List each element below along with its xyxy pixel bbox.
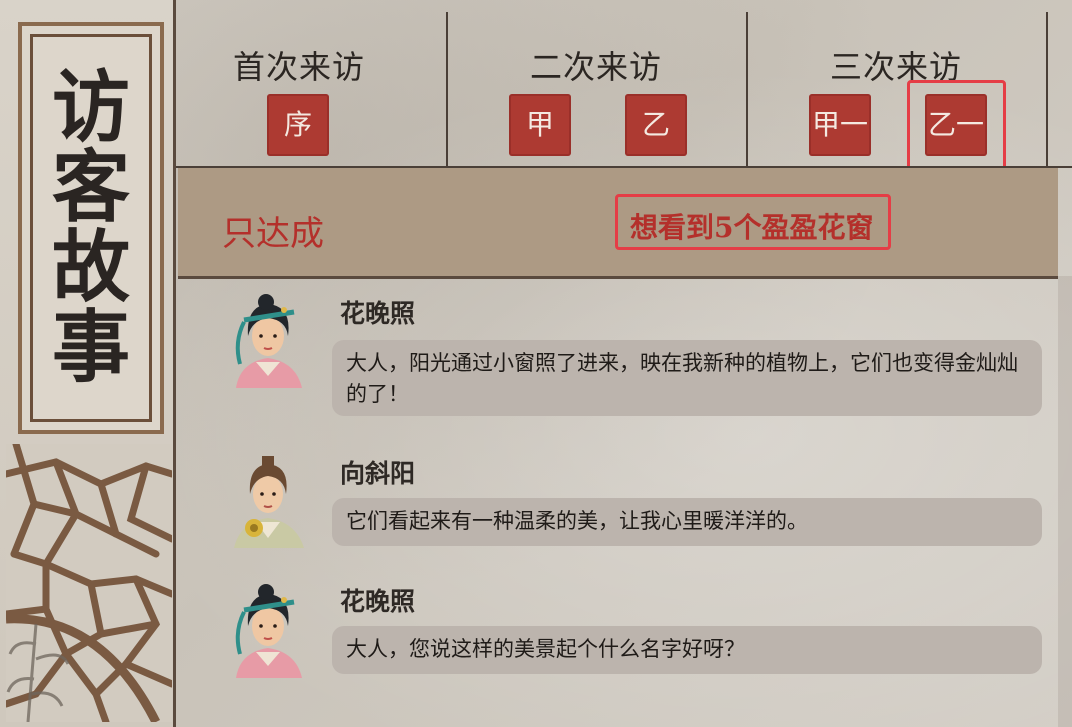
speaker-name: 花晚照 bbox=[340, 299, 416, 328]
dialogue-bubble: 它们看起来有一种温柔的美，让我心里暖洋洋的。 bbox=[332, 498, 1042, 546]
speaker-avatar bbox=[226, 452, 310, 548]
title-frame-inner: 访 客 故 事 bbox=[30, 34, 152, 422]
requirement-highlight-box bbox=[615, 194, 891, 250]
second-visit-title: 二次来访 bbox=[529, 48, 662, 86]
condition-label: 只达成 bbox=[222, 214, 324, 254]
stamp-a1-button[interactable]: 甲一 bbox=[809, 94, 871, 156]
speaker-avatar bbox=[226, 582, 310, 678]
stamp-highlight-box bbox=[907, 80, 1006, 170]
speaker-name: 向斜阳 bbox=[340, 459, 416, 488]
column-divider bbox=[1046, 12, 1048, 168]
hua-wanzhao-portrait-icon bbox=[235, 294, 302, 388]
side-panel: 访 客 故 事 bbox=[0, 0, 176, 727]
dialogue-bubble: 大人，您说这样的美景起个什么名字好呀？ bbox=[332, 626, 1042, 674]
title-frame: 访 客 故 事 bbox=[18, 22, 164, 434]
second-visit-column: 二次来访 bbox=[521, 42, 671, 88]
stamp-prologue-button[interactable]: 序 bbox=[267, 94, 329, 156]
lattice-window-decoration bbox=[6, 444, 172, 722]
first-visit-column: 首次来访 bbox=[224, 42, 374, 88]
panel-title-char: 事 bbox=[51, 302, 130, 393]
panel-title-char: 访 bbox=[51, 62, 130, 153]
stamp-b-button[interactable]: 乙 bbox=[625, 94, 687, 156]
xiang-xieyang-portrait-icon bbox=[234, 456, 304, 548]
scroll-track[interactable] bbox=[1058, 276, 1072, 727]
lattice-pattern-icon bbox=[6, 444, 172, 722]
column-divider bbox=[446, 12, 448, 168]
visitor-story-screen: 访 客 故 事 首次来访 二次来访 三次来访 序 甲 乙 甲一 乙一 只达成 想… bbox=[0, 0, 1072, 727]
first-visit-title: 首次来访 bbox=[232, 48, 365, 86]
stamp-a-button[interactable]: 甲 bbox=[509, 94, 571, 156]
column-divider bbox=[746, 12, 748, 168]
dialogue-bubble: 大人，阳光通过小窗照了进来，映在我新种的植物上，它们也变得金灿灿的了！ bbox=[332, 340, 1042, 416]
speaker-avatar bbox=[226, 292, 310, 388]
hua-wanzhao-portrait-icon bbox=[235, 584, 302, 678]
speaker-name: 花晚照 bbox=[340, 587, 416, 616]
panel-title-char: 故 bbox=[51, 222, 130, 313]
panel-title-char: 客 bbox=[51, 142, 130, 233]
